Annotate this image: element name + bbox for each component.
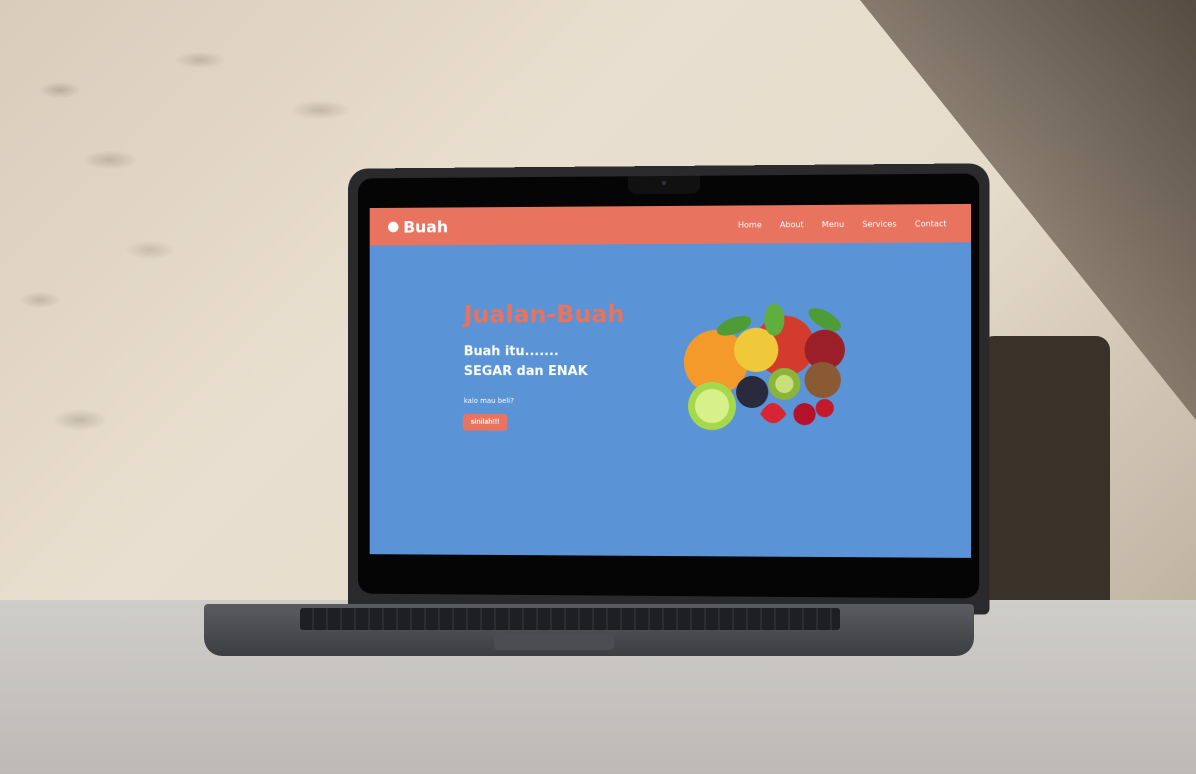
back-panel <box>980 336 1110 636</box>
navbar: ● Buah Home About Menu Services Contact <box>370 204 971 246</box>
hero-subtitle-line2: SEGAR dan ENAK <box>464 362 588 382</box>
nav-home[interactable]: Home <box>738 220 762 229</box>
nav-services[interactable]: Services <box>862 219 896 228</box>
nav-contact[interactable]: Contact <box>915 219 947 228</box>
trackpad <box>494 634 614 650</box>
screen-bezel: ● Buah Home About Menu Services Contact … <box>358 173 979 598</box>
laptop-base <box>204 604 974 656</box>
keyboard <box>300 608 840 630</box>
hero-ask: kalo mau beli? <box>464 397 514 405</box>
nav-menu[interactable]: Menu <box>822 219 844 228</box>
hero-subtitle-line1: Buah itu....... <box>464 342 588 362</box>
cta-button[interactable]: sinilah!!! <box>463 414 508 431</box>
main-menu: Home About Menu Services Contact <box>738 219 947 229</box>
camera-icon <box>662 181 666 185</box>
hero-title: Jualan-Buah <box>464 300 625 328</box>
apple-icon: ● <box>387 219 399 235</box>
camera-notch <box>628 176 700 195</box>
nav-about[interactable]: About <box>780 220 804 229</box>
brand-logo[interactable]: ● Buah <box>387 217 448 236</box>
website-screen: ● Buah Home About Menu Services Contact … <box>370 204 971 558</box>
laptop-lid: ● Buah Home About Menu Services Contact … <box>348 163 989 614</box>
fruit-basket-illustration <box>674 283 855 444</box>
hero-section: Jualan-Buah Buah itu....... SEGAR dan EN… <box>370 242 971 558</box>
brand-name: Buah <box>403 217 448 236</box>
hero-subtitle: Buah itu....... SEGAR dan ENAK <box>464 342 588 382</box>
